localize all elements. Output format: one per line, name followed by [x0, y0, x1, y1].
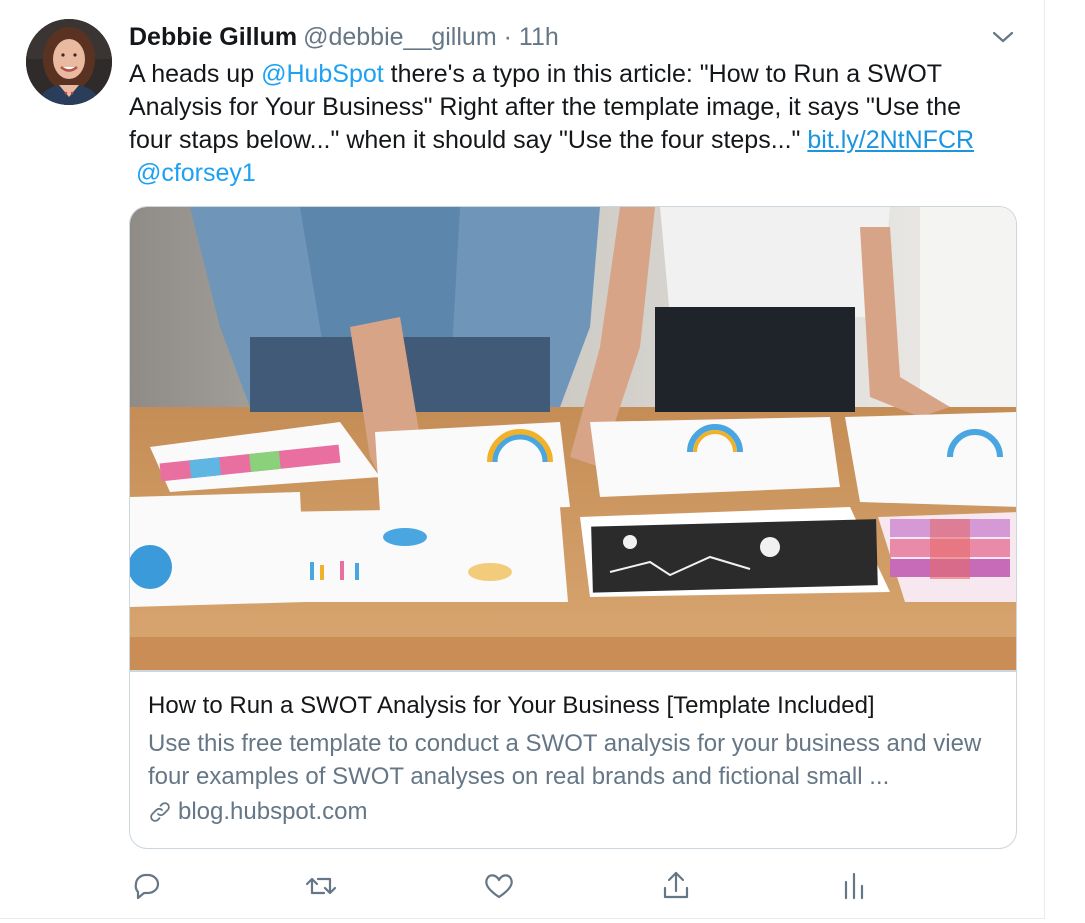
avatar[interactable] [26, 19, 112, 105]
heart-icon [485, 874, 513, 899]
reply-icon [134, 873, 160, 900]
share-icon [663, 871, 689, 899]
timestamp[interactable]: 11h [519, 23, 559, 51]
card-image [130, 207, 1016, 670]
tweet-header: Debbie Gillum @debbie__gillum · 11h [129, 22, 559, 52]
author-handle[interactable]: @debbie__gillum [303, 23, 497, 51]
card-domain: blog.hubspot.com [148, 797, 367, 827]
separator: · [503, 23, 512, 51]
retweet-button[interactable] [303, 868, 339, 904]
tweet-text: A heads up @HubSpot there's a typo in th… [129, 58, 1009, 190]
mention-hubspot[interactable]: @HubSpot [261, 60, 384, 88]
chevron-down-icon [992, 31, 1014, 43]
card-title[interactable]: How to Run a SWOT Analysis for Your Busi… [148, 691, 875, 721]
link-card[interactable]: How to Run a SWOT Analysis for Your Busi… [129, 206, 1017, 849]
share-button[interactable] [658, 868, 694, 904]
link-icon [150, 802, 170, 822]
tweet[interactable]: Debbie Gillum @debbie__gillum · 11h A hea… [0, 0, 1045, 919]
card-description: Use this free template to conduct a SWOT… [148, 730, 982, 790]
reply-button[interactable] [128, 868, 164, 904]
tweet-actions [0, 860, 1045, 910]
like-button[interactable] [481, 868, 517, 904]
more-menu-button[interactable] [988, 24, 1018, 50]
card-divider [130, 670, 1016, 672]
card-domain-text: blog.hubspot.com [178, 798, 368, 825]
analytics-icon [844, 872, 864, 900]
tweet-link[interactable]: bit.ly/2NtNFCR [807, 126, 974, 154]
analytics-button[interactable] [836, 868, 872, 904]
mention-cforsey1[interactable]: @cforsey1 [136, 159, 256, 187]
retweet-icon [305, 877, 337, 895]
author-name[interactable]: Debbie Gillum [129, 23, 297, 51]
tweet-text-part: A heads up [129, 60, 262, 88]
